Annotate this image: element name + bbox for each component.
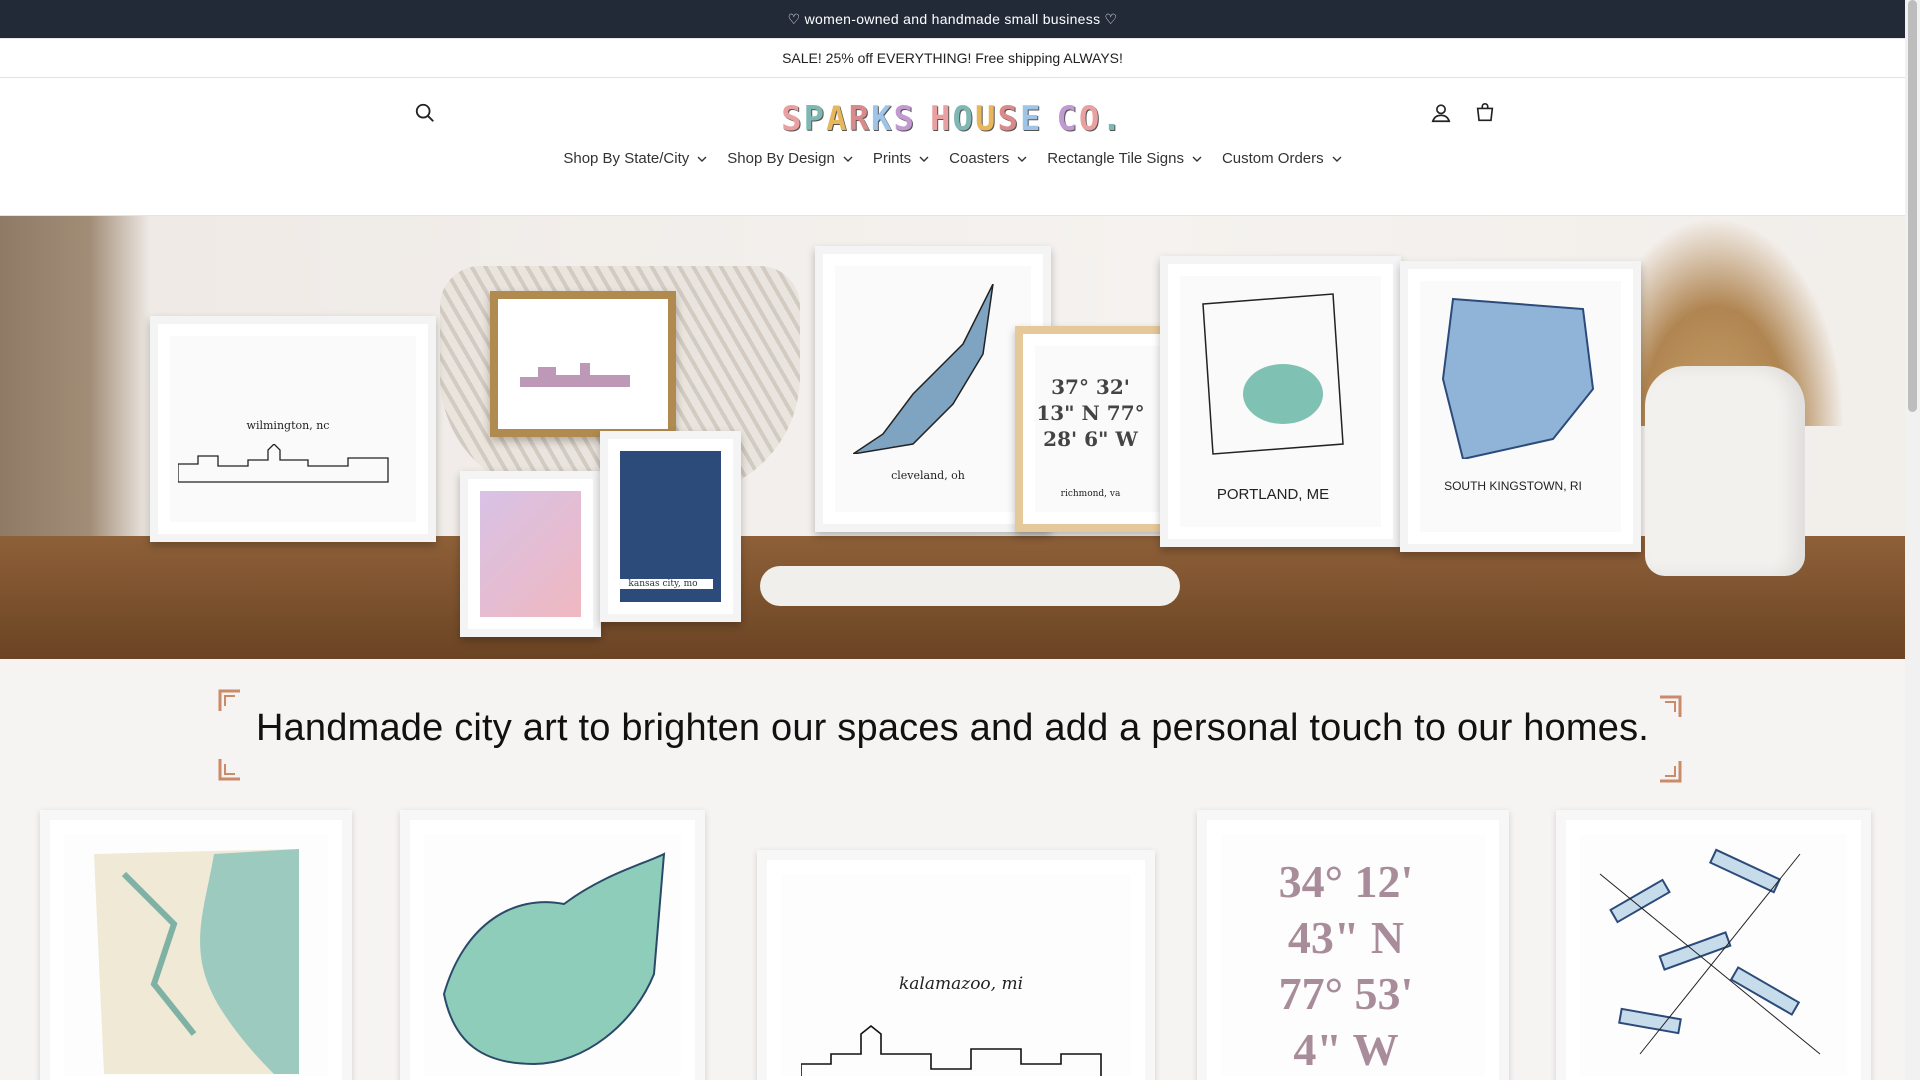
tagline-section: Handmade city art to brighten our spaces… bbox=[0, 659, 1905, 794]
product-image-coordinates: 34° 12' 43" N 77° 53' 4" W bbox=[1221, 834, 1485, 1076]
logo-letter: S bbox=[893, 99, 917, 139]
product-image-map-neighborhoods bbox=[424, 834, 681, 1076]
corner-decoration-icon bbox=[218, 759, 240, 781]
logo-letter: S bbox=[997, 99, 1020, 139]
product-image-street-map bbox=[1580, 834, 1847, 1076]
hero-banner-image: wilmington, nc kansas city, mo cleveland… bbox=[0, 216, 1905, 659]
site-logo[interactable]: SPARKS HOUSE CO. bbox=[0, 99, 1905, 139]
tagline-heading: Handmade city art to brighten our spaces… bbox=[255, 707, 1650, 749]
nav-prints[interactable]: Prints bbox=[865, 138, 937, 179]
framed-print-gold bbox=[490, 291, 676, 437]
logo-letter: U bbox=[974, 99, 998, 139]
main-nav: Shop By State/City Shop By Design Prints… bbox=[0, 138, 1905, 179]
logo-letter: O bbox=[1078, 99, 1102, 139]
map-drawing bbox=[1441, 297, 1595, 459]
nav-label: Rectangle Tile Signs bbox=[1047, 150, 1184, 167]
framed-print-south-kingstown: SOUTH KINGSTOWN, RI bbox=[1400, 261, 1641, 552]
logo-letter: R bbox=[848, 99, 872, 139]
chevron-down-icon bbox=[1332, 156, 1342, 162]
product-card[interactable] bbox=[40, 810, 352, 1080]
logo-letter: S bbox=[781, 99, 804, 139]
product-card[interactable]: kalamazoo, mi bbox=[757, 850, 1155, 1080]
page-scrollbar[interactable] bbox=[1905, 0, 1920, 1080]
framed-print-kansas-city: kansas city, mo bbox=[600, 431, 741, 622]
framed-print-wilmington: wilmington, nc bbox=[150, 316, 436, 542]
framed-print-portland: PORTLAND, ME bbox=[1160, 256, 1401, 547]
logo-letter: . bbox=[1101, 99, 1124, 139]
chevron-down-icon bbox=[1017, 156, 1027, 162]
product-card[interactable] bbox=[1556, 810, 1871, 1080]
account-icon[interactable] bbox=[1426, 98, 1456, 128]
product-image-skyline-kalamazoo: kalamazoo, mi bbox=[781, 874, 1131, 1076]
map-drawing bbox=[442, 852, 666, 1066]
chevron-down-icon bbox=[843, 156, 853, 162]
skyline-drawing bbox=[801, 1024, 1102, 1076]
nav-rectangle-tile-signs[interactable]: Rectangle Tile Signs bbox=[1039, 138, 1210, 179]
print-label: kansas city, mo bbox=[613, 579, 713, 589]
print-label: richmond, va bbox=[1060, 489, 1121, 499]
product-card[interactable]: 34° 12' 43" N 77° 53' 4" W bbox=[1197, 810, 1509, 1080]
logo-letter: E bbox=[1019, 99, 1043, 139]
map-drawing bbox=[853, 284, 994, 454]
chevron-down-icon bbox=[919, 156, 929, 162]
corner-decoration-icon bbox=[1660, 761, 1682, 783]
product-card[interactable] bbox=[400, 810, 705, 1080]
logo-letter: A bbox=[826, 99, 849, 139]
announcement-text: ♡ women-owned and handmade small busines… bbox=[787, 10, 1118, 27]
page: ♡ women-owned and handmade small busines… bbox=[0, 0, 1905, 1080]
print-label: cleveland, oh bbox=[891, 469, 965, 482]
coordinates-text: 34° 12' 43" N 77° 53' 4" W bbox=[1278, 856, 1414, 1075]
skyline-drawing bbox=[178, 444, 389, 483]
nav-label: Shop By Design bbox=[727, 150, 835, 167]
print-label: wilmington, nc bbox=[246, 419, 330, 432]
announcement-bar-top: ♡ women-owned and handmade small busines… bbox=[0, 0, 1905, 38]
framed-print-coordinates: 37° 32' 13" N 77° 28' 6" W richmond, va bbox=[1015, 326, 1181, 532]
map-drawing bbox=[1599, 848, 1821, 1055]
nav-label: Prints bbox=[872, 150, 912, 167]
print-label: kalamazoo, mi bbox=[898, 974, 1024, 994]
white-vase bbox=[1645, 366, 1805, 576]
logo-letter: P bbox=[803, 99, 827, 139]
nav-label: Coasters bbox=[949, 150, 1010, 167]
logo-letter: O bbox=[952, 99, 975, 139]
nav-label: Shop By State/City bbox=[563, 150, 690, 167]
print-label: PORTLAND, ME bbox=[1216, 486, 1330, 503]
nav-coasters[interactable]: Coasters bbox=[941, 138, 1035, 179]
scrollbar-thumb[interactable] bbox=[1908, 0, 1917, 412]
nav-shop-by-design[interactable]: Shop By Design bbox=[719, 138, 861, 179]
chevron-down-icon bbox=[1192, 156, 1202, 162]
sale-text: SALE! 25% off EVERYTHING! Free shipping … bbox=[782, 50, 1123, 66]
logo-letter: C bbox=[1056, 99, 1079, 139]
print-label: SOUTH KINGSTOWN, RI bbox=[1444, 479, 1582, 493]
framed-print-cleveland-small bbox=[460, 471, 601, 637]
logo-letter: H bbox=[930, 99, 953, 139]
coordinates-text: 37° 32' 13" N 77° 28' 6" W bbox=[1036, 375, 1145, 451]
map-drawing bbox=[94, 849, 299, 1074]
product-grid: kalamazoo, mi 34° 12' 43" N 77° 53' 4" W bbox=[0, 805, 1905, 1080]
chevron-down-icon bbox=[697, 156, 707, 162]
cart-icon[interactable] bbox=[1470, 98, 1500, 128]
announcement-bar-sale[interactable]: SALE! 25% off EVERYTHING! Free shipping … bbox=[0, 38, 1905, 78]
nav-custom-orders[interactable]: Custom Orders bbox=[1214, 138, 1350, 179]
nav-label: Custom Orders bbox=[1221, 150, 1324, 167]
logo-letter: K bbox=[871, 99, 894, 139]
product-image-map-teal bbox=[64, 834, 328, 1076]
nav-shop-by-state[interactable]: Shop By State/City bbox=[555, 138, 715, 179]
site-header: SPARKS HOUSE CO. Shop By State/City Shop… bbox=[0, 78, 1905, 216]
serving-tray bbox=[760, 566, 1180, 606]
skyline-drawing bbox=[520, 363, 630, 387]
map-drawing bbox=[1202, 293, 1344, 455]
